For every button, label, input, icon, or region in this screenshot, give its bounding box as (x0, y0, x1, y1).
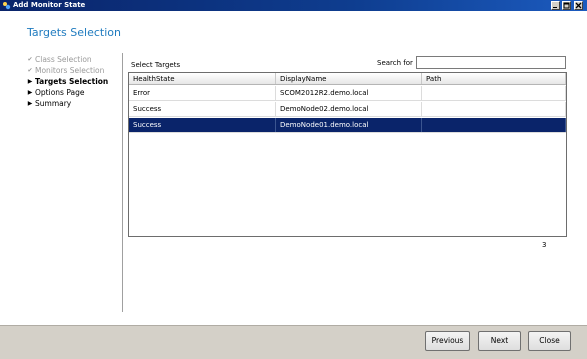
nav-step-label: Options Page (35, 88, 85, 97)
close-icon (575, 2, 582, 9)
column-header-path[interactable]: Path (422, 73, 566, 84)
window-title: Add Monitor State (13, 1, 86, 9)
arrow-right-icon: ▶ (27, 78, 33, 85)
checkmark-icon: ✔ (27, 56, 33, 63)
nav-step-monitors-selection[interactable]: ✔ Monitors Selection (26, 65, 126, 76)
search-label: Search for (377, 59, 413, 67)
maximize-icon (563, 2, 570, 9)
table-row[interactable]: Success DemoNode02.demo.local (129, 102, 566, 117)
table-row[interactable]: Error SCOM2012R2.demo.local (129, 86, 566, 101)
minimize-icon (553, 7, 557, 8)
column-header-healthstate[interactable]: HealthState (129, 73, 276, 84)
cell-healthstate: Error (129, 86, 276, 100)
wizard-body: Targets Selection ✔ Class Selection ✔ Mo… (0, 11, 587, 325)
nav-step-summary[interactable]: ▶ Summary (26, 98, 126, 109)
nav-step-options-page[interactable]: ▶ Options Page (26, 87, 126, 98)
row-count: 3 (542, 241, 547, 249)
close-window-button[interactable] (574, 1, 583, 10)
nav-step-class-selection[interactable]: ✔ Class Selection (26, 54, 126, 65)
arrow-right-icon: ▶ (27, 89, 33, 96)
nav-divider (122, 53, 123, 312)
nav-step-label: Monitors Selection (35, 66, 105, 75)
arrow-right-icon: ▶ (27, 100, 33, 107)
column-header-displayname[interactable]: DisplayName (276, 73, 422, 84)
select-targets-label: Select Targets (131, 61, 181, 69)
next-button[interactable]: Next (478, 331, 521, 351)
cell-path (422, 86, 566, 100)
app-icon (2, 1, 11, 10)
minimize-button[interactable] (551, 1, 560, 10)
maximize-button[interactable] (562, 1, 571, 10)
nav-step-targets-selection[interactable]: ▶ Targets Selection (26, 76, 126, 87)
cell-displayname: DemoNode02.demo.local (276, 102, 422, 116)
targets-table[interactable]: HealthState DisplayName Path Error SCOM2… (128, 72, 567, 237)
cell-healthstate: Success (129, 102, 276, 116)
cell-displayname: SCOM2012R2.demo.local (276, 86, 422, 100)
page-title: Targets Selection (27, 26, 121, 39)
nav-step-label: Class Selection (35, 55, 92, 64)
cell-path (422, 118, 566, 132)
search-input[interactable] (416, 56, 566, 69)
checkmark-icon: ✔ (27, 67, 33, 74)
table-header: HealthState DisplayName Path (129, 73, 566, 85)
cell-healthstate: Success (129, 118, 276, 132)
cell-path (422, 102, 566, 116)
title-bar: Add Monitor State (0, 0, 587, 11)
nav-step-label: Targets Selection (35, 77, 109, 86)
previous-button[interactable]: Previous (425, 331, 470, 351)
cell-displayname: DemoNode01.demo.local (276, 118, 422, 132)
close-button[interactable]: Close (528, 331, 571, 351)
wizard-steps-nav: ✔ Class Selection ✔ Monitors Selection ▶… (26, 54, 126, 109)
nav-step-label: Summary (35, 99, 72, 108)
table-row-selected[interactable]: Success DemoNode01.demo.local (129, 118, 566, 133)
